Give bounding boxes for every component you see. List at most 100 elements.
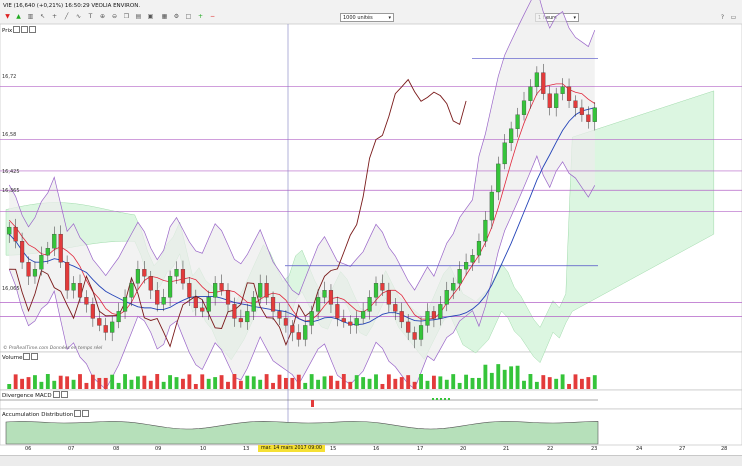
- candle: [560, 86, 565, 94]
- candle: [528, 86, 533, 101]
- candle: [45, 248, 50, 256]
- x-axis-label: 20: [460, 446, 467, 452]
- volume-bar: [129, 379, 134, 389]
- candle: [464, 262, 469, 270]
- panel-menu-icon[interactable]: [52, 391, 60, 398]
- candle: [129, 283, 134, 298]
- volume-bar: [206, 378, 211, 389]
- candle: [161, 297, 166, 305]
- volume-bar: [335, 380, 340, 389]
- candle: [245, 311, 250, 323]
- volume-bar: [187, 374, 192, 389]
- volume-panel-label: Volume: [2, 355, 23, 361]
- candle: [541, 72, 546, 94]
- volume-bar: [528, 374, 533, 389]
- candle: [39, 255, 44, 270]
- candle: [418, 325, 424, 340]
- panel-close-icon[interactable]: [60, 391, 68, 398]
- volume-bar: [483, 364, 488, 389]
- accumulation-distribution-area: [5, 421, 599, 445]
- chart-area[interactable]: [0, 0, 742, 465]
- volume-bar: [33, 375, 37, 389]
- panel-menu-icon[interactable]: [23, 353, 31, 360]
- candle: [489, 191, 494, 221]
- panel-close-icon[interactable]: [31, 353, 39, 360]
- volume-bar: [554, 378, 559, 389]
- x-axis-label: 06: [25, 446, 32, 452]
- candle: [296, 332, 301, 340]
- x-axis-label: 21: [503, 446, 510, 452]
- volume-bar: [515, 365, 520, 389]
- volume-bar: [251, 376, 256, 389]
- volume-bar: [586, 377, 591, 389]
- panel-menu-icon[interactable]: [74, 410, 82, 417]
- x-axis-label: 10: [200, 446, 207, 452]
- volume-bar: [406, 375, 411, 389]
- volume-bar: [219, 375, 224, 389]
- volume-bar: [52, 380, 57, 389]
- volume-bar: [329, 375, 333, 389]
- price-level-label: 16,72: [2, 74, 17, 80]
- volume-bar: [573, 374, 578, 389]
- volume-bar: [238, 380, 243, 389]
- candle: [180, 269, 186, 284]
- candle: [579, 107, 584, 115]
- candle: [52, 233, 57, 249]
- volume-bar: [567, 383, 571, 389]
- macd-bar: [436, 398, 438, 400]
- volume-bar: [174, 377, 179, 389]
- candle: [84, 297, 89, 305]
- volume-bar: [13, 374, 18, 389]
- macd-bar: [440, 398, 442, 400]
- panel-close-icon[interactable]: [29, 26, 37, 33]
- candle: [573, 100, 578, 108]
- candle: [26, 262, 31, 277]
- candle: [592, 107, 597, 122]
- candle: [20, 241, 25, 263]
- candle: [58, 233, 63, 263]
- volume-bar: [65, 376, 70, 389]
- x-axis-label: 09: [155, 446, 162, 452]
- x-axis-label: 22: [547, 446, 554, 452]
- volume-bar: [97, 377, 102, 389]
- volume-bar: [283, 377, 288, 389]
- candle: [206, 297, 211, 312]
- volume-bar: [412, 381, 417, 389]
- panel-window-icon[interactable]: [21, 26, 29, 33]
- volume-bar: [534, 381, 539, 389]
- panel-menu-icon[interactable]: [13, 26, 21, 33]
- volume-bar: [451, 374, 456, 389]
- candle: [7, 226, 12, 235]
- price-level-label: 16,365: [2, 188, 20, 194]
- candle: [174, 269, 179, 277]
- volume-bar: [200, 374, 205, 389]
- macd-panel-label: Divergence MACD: [2, 393, 52, 399]
- candle: [13, 226, 18, 242]
- macd-panel: [0, 389, 742, 410]
- candle: [309, 311, 314, 326]
- volume-bar: [181, 378, 185, 389]
- bottom-status-bar: [0, 455, 742, 466]
- volume-bar: [226, 381, 230, 389]
- x-axis-label: 24: [636, 446, 643, 452]
- macd-bar: [311, 400, 314, 407]
- volume-bar: [367, 378, 372, 389]
- candle: [412, 332, 417, 340]
- volume-bar: [193, 383, 198, 389]
- candle: [534, 72, 539, 87]
- candle: [193, 297, 198, 309]
- candle: [322, 290, 327, 298]
- volume-bar: [496, 364, 501, 389]
- candle: [483, 219, 488, 242]
- volume-bar: [155, 374, 160, 389]
- candle: [341, 318, 346, 323]
- volume-bar: [547, 377, 552, 389]
- panel-close-icon[interactable]: [82, 410, 90, 417]
- volume-bar: [148, 380, 153, 389]
- candle: [290, 325, 295, 333]
- volume-bar: [258, 379, 263, 389]
- volume-bar: [309, 374, 314, 389]
- candle: [142, 269, 147, 277]
- volume-panel-title: Volume: [2, 353, 39, 361]
- volume-bar: [419, 374, 423, 389]
